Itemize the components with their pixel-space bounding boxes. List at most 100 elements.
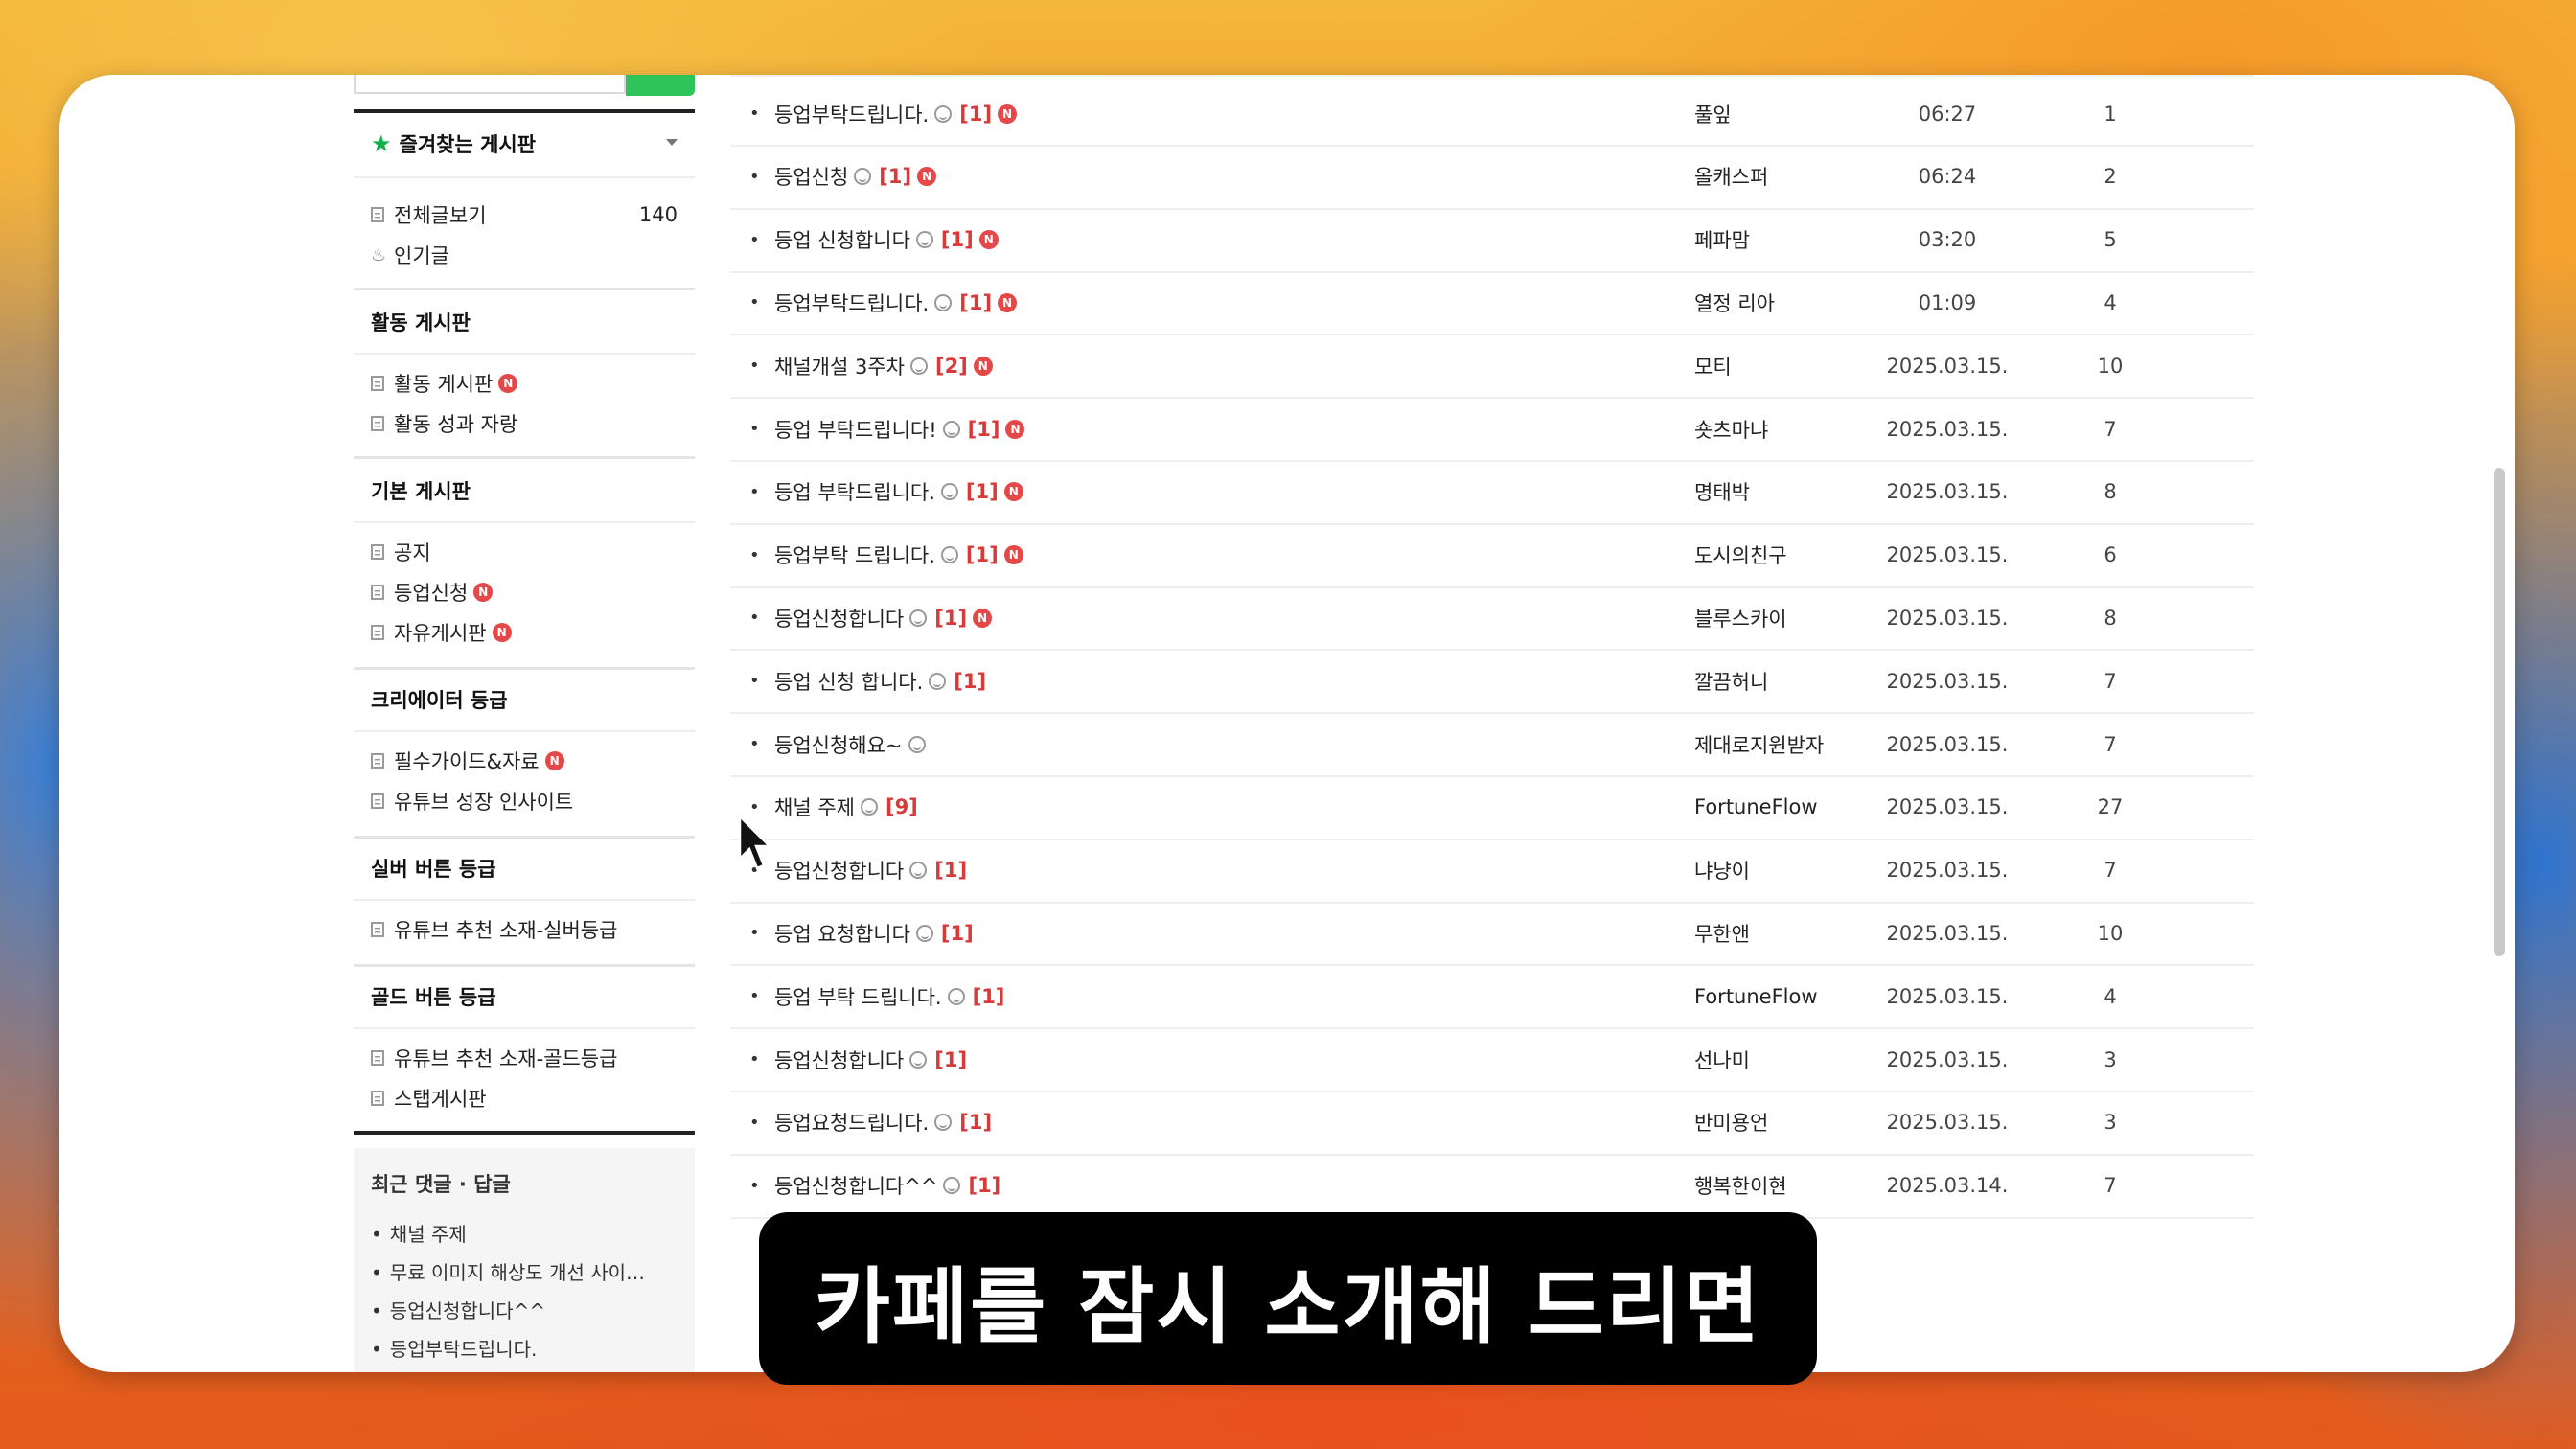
comment-count[interactable]: [1]	[934, 607, 967, 630]
post-author[interactable]: 선나미	[1694, 1028, 1750, 1091]
search-button[interactable]	[626, 75, 695, 96]
divider	[354, 288, 695, 290]
post-title[interactable]: 등업 부탁드립니다. [1] N	[774, 461, 1024, 523]
post-author[interactable]: 페파맘	[1694, 209, 1750, 271]
table-row[interactable]: • 등업 신청합니다 [1] N 페파맘 03:20 5	[730, 209, 2254, 273]
sidebar-item-notice[interactable]: 공지	[371, 535, 431, 569]
comment-count[interactable]: [1]	[959, 291, 992, 314]
table-row[interactable]: • 등업신청합니다 [1] 선나미 2025.03.15. 3	[730, 1028, 2254, 1092]
table-row[interactable]: • 등업 신청 합니다. [1] 깔끔허니 2025.03.15. 7	[730, 650, 2254, 715]
table-row[interactable]: • 채널 주제 [9] FortuneFlow 2025.03.15. 27	[730, 776, 2254, 840]
comment-count[interactable]: [1]	[879, 165, 911, 188]
table-row[interactable]: • 채널개설 3주차 [2] N 모티 2025.03.15. 10	[730, 334, 2254, 400]
comment-count[interactable]: [1]	[959, 1111, 992, 1134]
comment-count[interactable]: [1]	[959, 103, 992, 126]
post-author[interactable]: 제대로지원받자	[1694, 713, 1824, 775]
recent-comment-item[interactable]: 채널 주제	[371, 1219, 467, 1247]
table-row[interactable]: • 등업부탁드립니다. [1] N 풀잎 06:27 1	[730, 82, 2254, 147]
sidebar-item-staff-board[interactable]: 스탭게시판	[371, 1081, 487, 1116]
post-title[interactable]: 등업요청드립니다. [1]	[774, 1092, 992, 1154]
comment-count[interactable]: [1]	[934, 1048, 967, 1071]
bullet: •	[749, 1049, 760, 1070]
recent-comment-item[interactable]: 등업신청합니다^^	[371, 1296, 545, 1323]
post-author[interactable]: 도시의친구	[1694, 524, 1787, 586]
post-author[interactable]: 열정 리아	[1694, 271, 1775, 334]
post-author[interactable]: 냐냥이	[1694, 840, 1750, 902]
sidebar-item-silver-topics[interactable]: 유튜브 추천 소재-실버등급	[371, 912, 617, 947]
comment-count[interactable]: [1]	[941, 228, 974, 251]
post-author[interactable]: 무한앤	[1694, 902, 1750, 964]
sidebar-item-popular[interactable]: ♨ 인기글	[371, 238, 449, 272]
favorites-header[interactable]: ★ 즐겨찾는 게시판	[354, 113, 695, 174]
sidebar-item-activity-board[interactable]: 활동 게시판 N	[371, 366, 518, 401]
post-author[interactable]: 반미용언	[1694, 1092, 1768, 1154]
post-title[interactable]: 등업 신청 합니다. [1]	[774, 650, 986, 712]
comment-count[interactable]: [1]	[966, 480, 999, 503]
post-title[interactable]: 채널개설 3주차 [2] N	[774, 334, 993, 397]
sidebar-item-levelup-request[interactable]: 등업신청 N	[371, 575, 494, 610]
comment-count[interactable]: [1]	[934, 859, 967, 882]
table-row[interactable]: • 등업 부탁 드립니다. [1] FortuneFlow 2025.03.15…	[730, 965, 2254, 1030]
comment-count[interactable]: [9]	[886, 795, 918, 818]
post-date: 2025.03.15.	[1886, 543, 2009, 567]
post-views: 3	[2104, 1047, 2117, 1071]
sidebar-item-activity-showcase[interactable]: 활동 성과 자랑	[371, 406, 518, 441]
post-title-text: 등업부탁드립니다.	[774, 103, 930, 126]
post-author[interactable]: 블루스카이	[1694, 586, 1787, 649]
sidebar-item-all-posts[interactable]: 전체글보기	[371, 197, 678, 232]
sidebar-item-free-board[interactable]: 자유게시판 N	[371, 615, 512, 650]
post-author[interactable]: 풀잎	[1694, 82, 1732, 145]
smile-icon	[929, 672, 947, 690]
post-author[interactable]: 모티	[1694, 334, 1732, 397]
table-row[interactable]: • 등업 요청합니다 [1] 무한앤 2025.03.15. 10	[730, 902, 2254, 967]
recent-comment-item[interactable]: 무료 이미지 해상도 개선 사이…	[371, 1257, 645, 1285]
search-input[interactable]	[354, 75, 626, 94]
recent-comment-item[interactable]: 등업부탁드립니다.	[371, 1334, 538, 1362]
post-title[interactable]: 등업 요청합니다 [1]	[774, 902, 974, 964]
post-author[interactable]: FortuneFlow	[1694, 965, 1818, 1027]
comment-count[interactable]: [1]	[973, 985, 1005, 1008]
comment-count[interactable]: [1]	[968, 418, 1000, 441]
comment-count[interactable]: [1]	[954, 670, 986, 693]
table-row[interactable]: • 등업신청 [1] N 올캐스퍼 06:24 2	[730, 146, 2254, 210]
post-title[interactable]: 등업신청해요~	[774, 713, 926, 775]
table-row[interactable]: • 등업부탁 드립니다. [1] N 도시의친구 2025.03.15. 6	[730, 524, 2254, 588]
post-title[interactable]: 등업 부탁 드립니다. [1]	[774, 965, 1004, 1027]
post-author[interactable]: 숏츠마냐	[1694, 398, 1768, 460]
post-title[interactable]: 등업 부탁드립니다! [1] N	[774, 398, 1025, 460]
comment-count[interactable]: [1]	[966, 543, 999, 566]
table-row[interactable]: • 등업신청합니다 [1] N 블루스카이 2025.03.15. 8	[730, 586, 2254, 652]
comment-count[interactable]: [1]	[941, 922, 974, 945]
post-title[interactable]: 등업신청합니다 [1]	[774, 1028, 967, 1091]
post-title[interactable]: 등업부탁드립니다. [1] N	[774, 271, 1018, 334]
table-row[interactable]: • 등업부탁드립니다. [1] N 열정 리아 01:09 4	[730, 271, 2254, 336]
post-title[interactable]: 등업부탁 드립니다. [1] N	[774, 524, 1024, 586]
comment-count[interactable]: [1]	[968, 1174, 1000, 1197]
post-author[interactable]: FortuneFlow	[1694, 776, 1818, 839]
sidebar-item-guide[interactable]: 필수가이드&자료 N	[371, 744, 564, 778]
post-title[interactable]: 등업신청합니다 [1]	[774, 840, 967, 902]
fire-icon: ♨	[371, 244, 387, 265]
table-row[interactable]: • 등업신청해요~ 제대로지원받자 2025.03.15. 7	[730, 713, 2254, 777]
comment-count[interactable]: [2]	[935, 355, 968, 378]
scrollbar[interactable]	[2494, 468, 2505, 956]
post-author[interactable]: 행복한이현	[1694, 1155, 1787, 1217]
table-row[interactable]: • 등업요청드립니다. [1] 반미용언 2025.03.15. 3	[730, 1092, 2254, 1156]
post-title[interactable]: 등업신청 [1] N	[774, 146, 937, 208]
post-author[interactable]: 명태박	[1694, 461, 1750, 523]
post-author[interactable]: 올캐스퍼	[1694, 146, 1768, 208]
post-title[interactable]: 등업 신청합니다 [1] N	[774, 209, 999, 271]
sidebar-item-gold-topics[interactable]: 유튜브 추천 소재-골드등급	[371, 1041, 617, 1075]
post-title[interactable]: 등업신청합니다^^ [1]	[774, 1155, 1000, 1217]
table-row[interactable]: • 등업 부탁드립니다. [1] N 명태박 2025.03.15. 8	[730, 461, 2254, 525]
post-title[interactable]: 등업부탁드립니다. [1] N	[774, 82, 1018, 145]
divider	[354, 899, 695, 901]
post-title[interactable]: 채널 주제 [9]	[774, 776, 918, 839]
table-row[interactable]: • 등업신청합니다^^ [1] 행복한이현 2025.03.14. 7	[730, 1155, 2254, 1219]
table-row[interactable]: • 등업신청합니다 [1] 냐냥이 2025.03.15. 7	[730, 840, 2254, 904]
post-author[interactable]: 깔끔허니	[1694, 650, 1768, 712]
chevron-down-icon[interactable]	[666, 139, 678, 146]
sidebar-item-youtube-insight[interactable]: 유튜브 성장 인사이트	[371, 784, 573, 818]
table-row[interactable]: • 등업 부탁드립니다! [1] N 숏츠마냐 2025.03.15. 7	[730, 398, 2254, 462]
post-title[interactable]: 등업신청합니다 [1] N	[774, 586, 993, 649]
